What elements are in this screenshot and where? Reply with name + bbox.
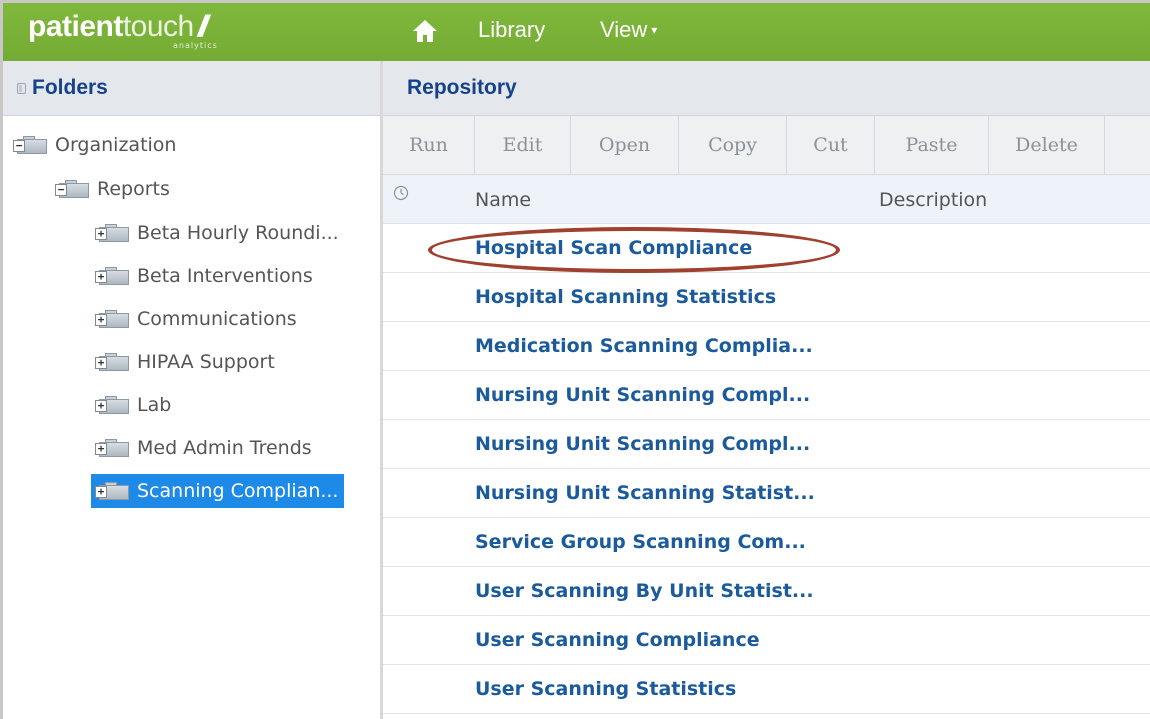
expand-icon[interactable]: +	[95, 486, 107, 498]
report-name-link[interactable]: Nursing Unit Scanning Statist...	[475, 482, 815, 504]
report-row[interactable]: Hospital Scan Compliance	[383, 224, 1150, 273]
folder-icon: +	[95, 396, 129, 414]
expand-icon[interactable]: +	[95, 228, 107, 240]
report-name-link[interactable]: Nursing Unit Scanning Compl...	[475, 433, 810, 455]
chevron-down-icon: ▾	[651, 23, 658, 37]
expand-icon[interactable]: +	[95, 271, 107, 283]
folder-icon: +	[95, 224, 129, 242]
tree-node[interactable]: + Communications	[95, 302, 297, 336]
run-button[interactable]: Run	[383, 116, 475, 174]
logo-text-light: touch	[122, 10, 194, 43]
report-name-link[interactable]: User Scanning By Unit Statist...	[475, 580, 814, 602]
folders-header: Folders	[3, 61, 380, 116]
report-name-link[interactable]: Nursing Unit Scanning Compl...	[475, 384, 810, 406]
tree-node[interactable]: + Scanning Complian...	[91, 474, 345, 508]
tree-node[interactable]: + Beta Hourly Roundi...	[95, 216, 339, 250]
report-name-link[interactable]: Service Group Scanning Com...	[475, 531, 806, 553]
report-row[interactable]: User Scanning By Unit Statist...	[383, 567, 1150, 616]
tree-node[interactable]: − Reports	[55, 172, 170, 206]
report-row[interactable]: Nursing Unit Scanning Compl...	[383, 420, 1150, 469]
report-row[interactable]: Hospital Scanning Statistics	[383, 273, 1150, 322]
tree-node-label: Beta Interventions	[137, 265, 313, 287]
nav-library[interactable]: Library	[478, 17, 545, 43]
folder-icon: +	[95, 353, 129, 371]
folder-icon: −	[55, 180, 89, 198]
tree-node-label: Lab	[137, 394, 172, 416]
tree-node[interactable]: + Lab	[95, 388, 171, 422]
tree-node-label: HIPAA Support	[137, 351, 275, 373]
report-row[interactable]: Service Group Scanning Com...	[383, 518, 1150, 567]
report-row[interactable]: User Scanning Compliance	[383, 616, 1150, 665]
tree-node-label: Med Admin Trends	[137, 437, 312, 459]
report-name-link[interactable]: Hospital Scan Compliance	[475, 237, 752, 259]
open-button[interactable]: Open	[571, 116, 679, 174]
tree-node-label: Beta Hourly Roundi...	[137, 222, 339, 244]
app-logo: patienttouch//	[28, 9, 208, 45]
folders-panel: Folders − Organization − Reports + Beta Hourl…	[3, 61, 383, 719]
collapse-icon[interactable]: −	[55, 184, 67, 196]
cut-button[interactable]: Cut	[787, 116, 875, 174]
report-row[interactable]: User Scanning Statistics	[383, 665, 1150, 714]
folders-title: Folders	[32, 76, 108, 99]
repository-title: Repository	[407, 76, 517, 99]
app-window: patienttouch// analytics Library View ▾ F…	[0, 0, 1150, 719]
folder-icon: +	[95, 439, 129, 457]
logo-text-bold: patient	[28, 10, 123, 43]
report-list: Hospital Scan Compliance Hospital Scannin…	[383, 224, 1150, 714]
tree-node[interactable]: + Beta Interventions	[95, 259, 313, 293]
folder-icon: −	[13, 136, 47, 154]
expand-icon[interactable]: +	[95, 357, 107, 369]
tree-node-label: Communications	[137, 308, 297, 330]
tree-node[interactable]: + HIPAA Support	[95, 345, 275, 379]
report-name-link[interactable]: Medication Scanning Complia...	[475, 335, 813, 357]
expand-icon[interactable]: +	[95, 314, 107, 326]
nav-library-label: Library	[478, 17, 546, 42]
expand-icon[interactable]: +	[95, 443, 107, 455]
repository-toolbar: Run Edit Open Copy Cut Paste Delete	[383, 116, 1150, 175]
report-row[interactable]: Nursing Unit Scanning Statist...	[383, 469, 1150, 518]
column-header-name[interactable]: Name	[475, 189, 531, 211]
copy-button[interactable]: Copy	[679, 116, 787, 174]
folder-icon: +	[95, 267, 129, 285]
tree-node[interactable]: + Med Admin Trends	[95, 431, 312, 465]
collapse-icon[interactable]: −	[13, 140, 25, 152]
column-header-description[interactable]: Description	[879, 189, 987, 211]
logo-subtitle: analytics	[173, 41, 218, 50]
repository-panel: Repository Run Edit Open Copy Cut Paste Delete…	[383, 61, 1150, 719]
paste-button[interactable]: Paste	[875, 116, 989, 174]
report-row[interactable]: Nursing Unit Scanning Compl...	[383, 371, 1150, 420]
report-row[interactable]: Medication Scanning Complia...	[383, 322, 1150, 371]
clock-icon[interactable]	[393, 185, 409, 201]
delete-button[interactable]: Delete	[989, 116, 1105, 174]
tree-node-label: Reports	[97, 178, 170, 200]
home-icon[interactable]	[412, 19, 438, 43]
report-name-link[interactable]: Hospital Scanning Statistics	[475, 286, 776, 308]
nav-view-label: View	[600, 17, 648, 42]
expand-icon[interactable]: +	[95, 400, 107, 412]
repository-header: Repository	[383, 61, 1150, 116]
collapse-panel-icon[interactable]	[17, 82, 26, 94]
edit-button[interactable]: Edit	[475, 116, 571, 174]
report-name-link[interactable]: User Scanning Compliance	[475, 629, 760, 651]
nav-view-menu[interactable]: View ▾	[600, 17, 657, 43]
grid-header: Name Description	[383, 175, 1150, 224]
report-name-link[interactable]: User Scanning Statistics	[475, 678, 736, 700]
folder-icon: +	[95, 310, 129, 328]
top-navigation-bar: patienttouch// analytics Library View ▾	[3, 3, 1150, 61]
folder-icon: +	[95, 482, 129, 500]
tree-node[interactable]: − Organization	[13, 128, 176, 162]
tree-node-label: Scanning Complian...	[137, 480, 339, 502]
tree-node-label: Organization	[55, 134, 177, 156]
logo-slashes: //	[197, 10, 208, 43]
